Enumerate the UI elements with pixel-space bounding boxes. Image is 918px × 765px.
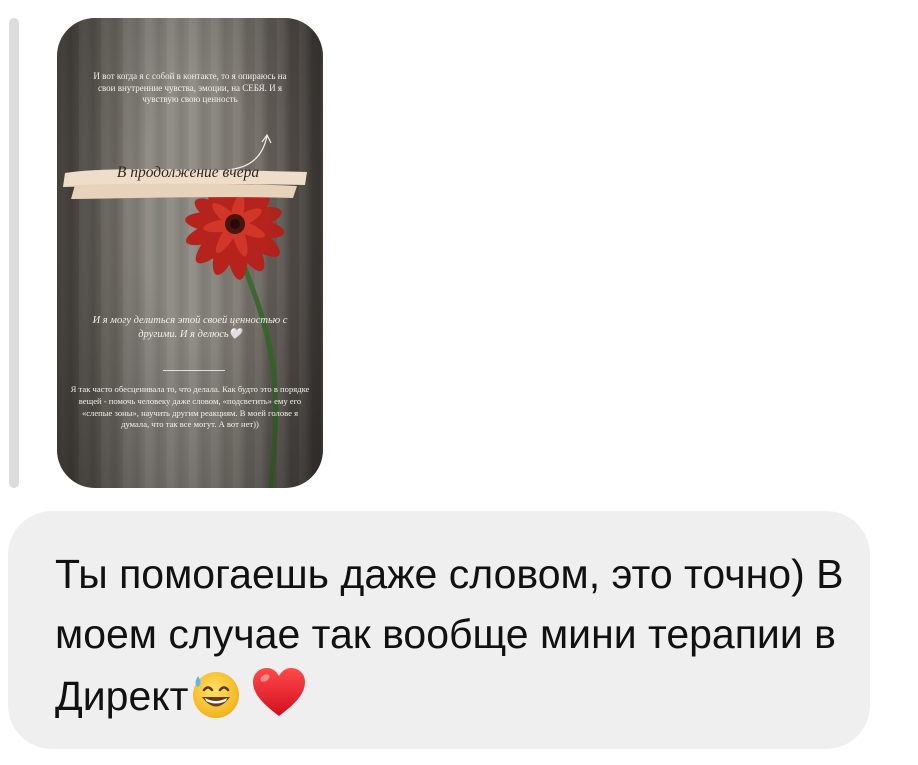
- story-reply-preview[interactable]: И вот когда я с собой в контакте, то я о…: [57, 18, 323, 488]
- sweat-smile-icon: [193, 672, 240, 718]
- story-share-text: И я могу делиться этой своей ценностью с…: [92, 315, 288, 340]
- dm-thread: И вот когда я с собой в контакте, то я о…: [0, 0, 918, 765]
- story-banner-label: В продолжение вчера: [116, 164, 260, 181]
- story-text-share: И я могу делиться этой своей ценностью с…: [57, 314, 323, 342]
- story-text-body: Я так часто обесценивала то, что делала.…: [70, 384, 310, 430]
- message-text: Ты помогаешь даже словом, это точно) В м…: [55, 551, 844, 719]
- story-divider: [163, 370, 225, 371]
- message-content: Ты помогаешь даже словом, это точно) В м…: [55, 544, 845, 726]
- white-heart-icon: 🤍: [228, 329, 242, 340]
- reply-indicator-bar: [9, 18, 19, 488]
- red-heart-icon: [253, 668, 306, 716]
- message-bubble[interactable]: Ты помогаешь даже словом, это точно) В м…: [8, 511, 870, 749]
